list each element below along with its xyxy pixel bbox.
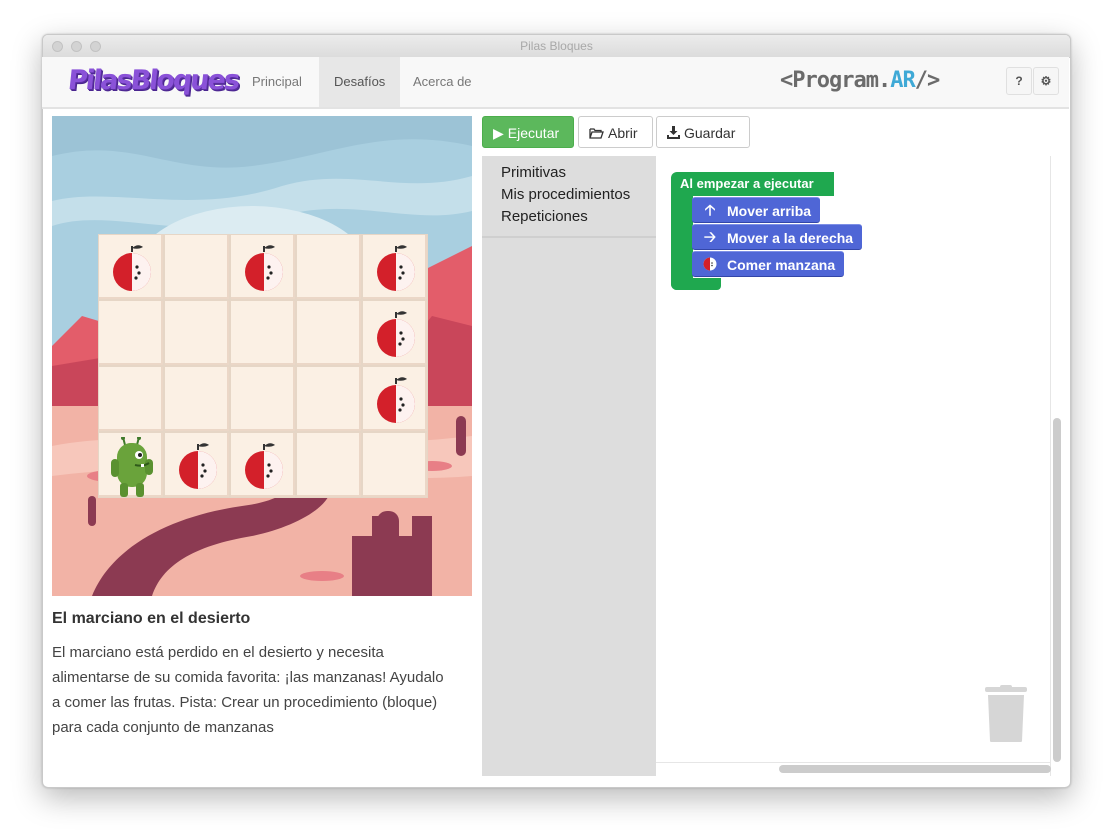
board-cell — [296, 366, 362, 432]
settings-button[interactable]: ⚙ — [1033, 67, 1059, 95]
board-cell — [164, 234, 230, 300]
block-mover-derecha[interactable]: 🡢 Mover a la derecha — [692, 224, 863, 250]
board-cell — [164, 432, 230, 498]
horizontal-scrollbar[interactable] — [779, 765, 1051, 773]
board-cell — [362, 366, 428, 432]
window-content: PilasBloques Principal Desafíos Acerca d… — [42, 34, 1069, 786]
save-button[interactable]: Guardar — [656, 116, 750, 148]
apple-icon — [241, 441, 287, 491]
board-cell — [230, 366, 296, 432]
martian-character — [105, 436, 159, 497]
board-cell — [362, 300, 428, 366]
apple-icon — [241, 243, 287, 293]
board-cell — [230, 300, 296, 366]
program-ar-ar: AR — [890, 68, 915, 93]
board-cell — [98, 432, 164, 498]
trash-icon[interactable] — [983, 685, 1029, 748]
apple-icon — [700, 252, 720, 278]
challenge-description: El marciano está perdido en el desierto … — [52, 644, 444, 736]
event-block-body — [671, 194, 693, 290]
game-stage — [52, 116, 472, 596]
workspace-border — [1050, 156, 1051, 776]
block-mover-arriba[interactable]: 🡡 Mover arriba — [692, 197, 821, 223]
board-cell — [98, 234, 164, 300]
folder-open-icon — [589, 117, 604, 149]
board-cell — [296, 300, 362, 366]
play-icon: ▶ — [493, 125, 504, 141]
horizontal-scroll-track — [656, 762, 1050, 763]
board-cell — [230, 432, 296, 498]
board-cell — [362, 234, 428, 300]
save-label: Guardar — [684, 125, 736, 141]
open-label: Abrir — [608, 125, 638, 141]
block-label: Comer manzana — [727, 257, 836, 273]
apple-icon — [373, 243, 419, 293]
nav-desafios[interactable]: Desafíos — [319, 57, 401, 107]
arrow-up-icon: 🡡 — [704, 202, 716, 219]
block-comer-manzana[interactable]: Comer manzana — [692, 251, 845, 278]
challenge-title: El marciano en el desierto — [52, 610, 251, 627]
apple-icon — [373, 375, 419, 425]
apple-icon — [373, 309, 419, 359]
toolbox-category-repeticiones[interactable]: Repeticiones — [482, 206, 656, 228]
game-board — [98, 234, 428, 498]
board-cell — [98, 300, 164, 366]
apple-icon — [175, 441, 221, 491]
program-ar-logo[interactable]: <Program.AR/> — [780, 68, 940, 93]
nav-acerca-de[interactable]: Acerca de — [398, 57, 487, 107]
board-cell — [362, 432, 428, 498]
help-button[interactable]: ? — [1006, 67, 1032, 95]
download-icon — [667, 117, 680, 149]
event-block-al-empezar[interactable]: Al empezar a ejecutar — [671, 172, 834, 196]
block-label: Mover a la derecha — [727, 230, 854, 246]
run-label: Ejecutar — [507, 125, 560, 141]
event-block-foot — [671, 278, 721, 290]
pilas-bloques-logo[interactable]: PilasBloques — [66, 65, 239, 96]
block-toolbox: Primitivas Mis procedimientos Repeticion… — [482, 156, 656, 776]
open-button[interactable]: Abrir — [578, 116, 653, 148]
arrow-right-icon: 🡢 — [703, 229, 717, 246]
run-button[interactable]: ▶ Ejecutar — [482, 116, 574, 148]
toolbox-categories: Primitivas Mis procedimientos Repeticion… — [482, 156, 656, 238]
board-cell — [164, 366, 230, 432]
program-ar-suffix: /> — [914, 68, 940, 93]
program-ar-prefix: <Program. — [780, 68, 891, 93]
toolbox-category-procedimientos[interactable]: Mis procedimientos — [482, 184, 656, 206]
board-cell — [164, 300, 230, 366]
toolbox-category-primitivas[interactable]: Primitivas — [482, 162, 656, 184]
vertical-scrollbar[interactable] — [1053, 418, 1061, 762]
apple-icon — [109, 243, 155, 293]
board-cell — [296, 234, 362, 300]
block-label: Mover arriba — [727, 203, 812, 219]
help-icon: ? — [1015, 74, 1023, 88]
board-cell — [296, 432, 362, 498]
nav-principal[interactable]: Principal — [237, 57, 317, 107]
board-cell — [230, 234, 296, 300]
gear-icon: ⚙ — [1040, 74, 1052, 88]
board-cell — [98, 366, 164, 432]
navbar: PilasBloques Principal Desafíos Acerca d… — [42, 57, 1069, 109]
